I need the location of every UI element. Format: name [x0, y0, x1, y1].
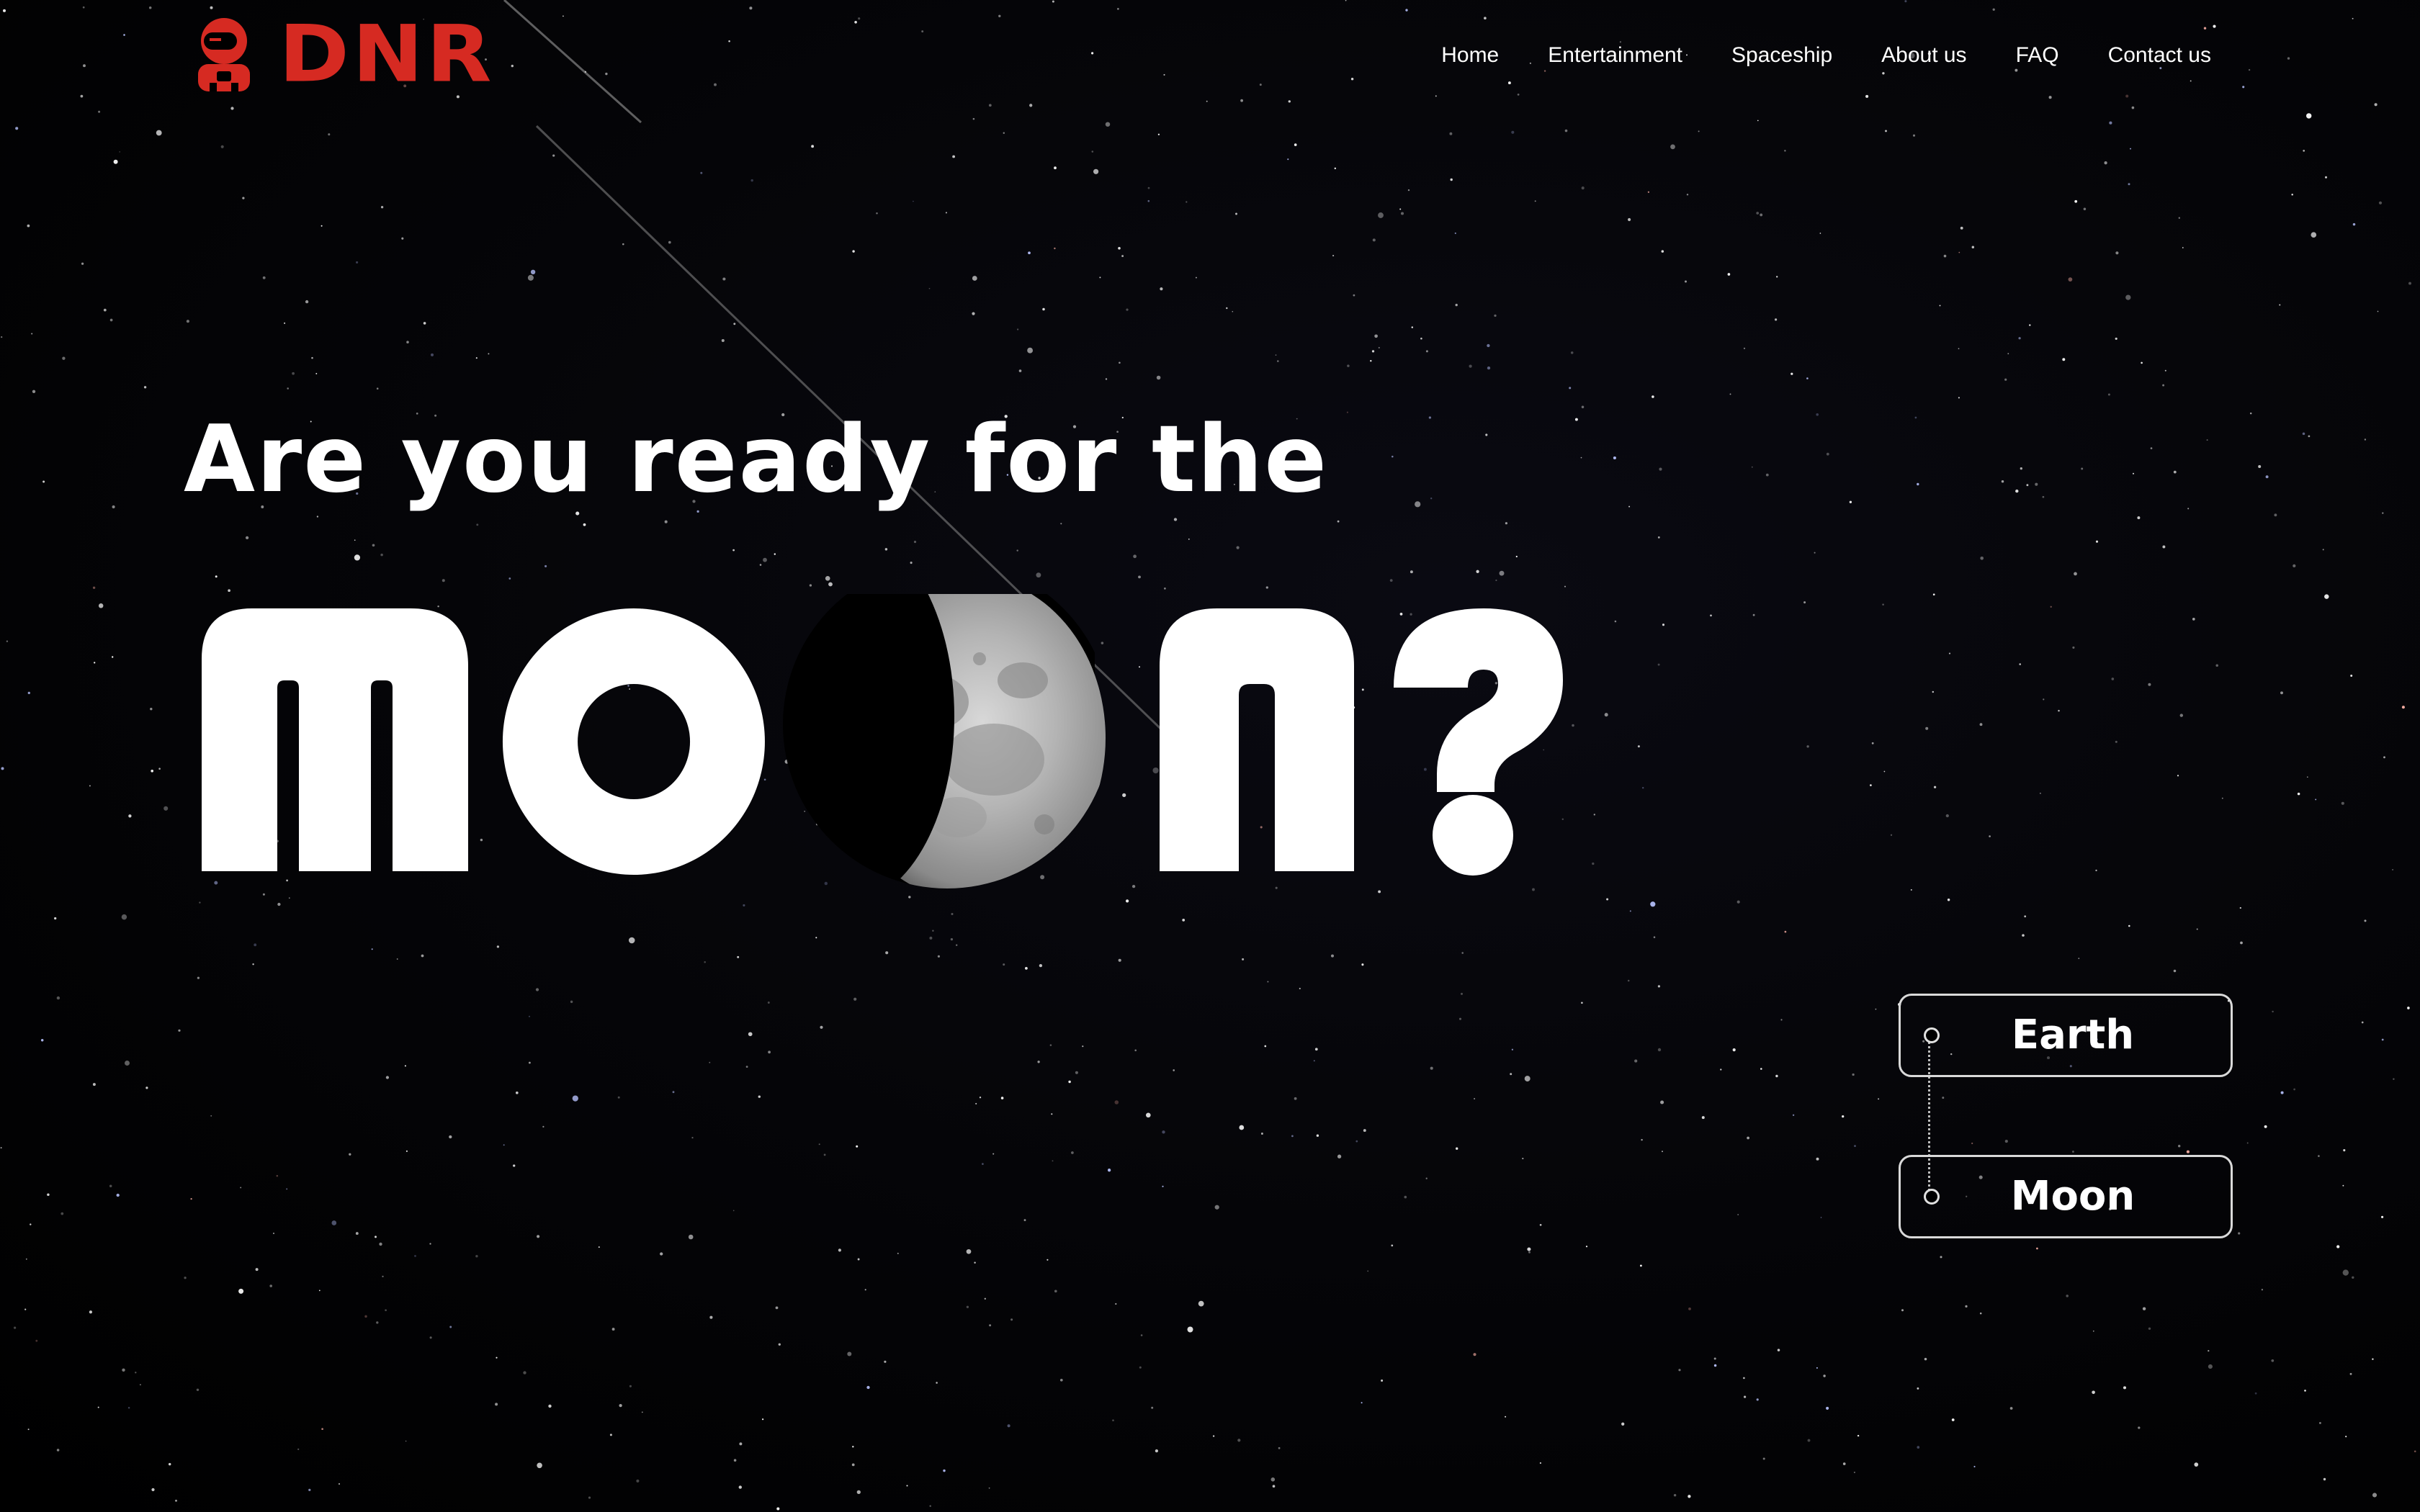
moon-button[interactable]: Moon	[1899, 1155, 2233, 1238]
circle-icon	[1924, 1189, 1940, 1205]
letter-m	[202, 608, 468, 871]
landing-page: DNR Home Entertainment Spaceship About u…	[0, 0, 2420, 1512]
brand-name: DNR	[279, 8, 495, 100]
nav-about-us[interactable]: About us	[1881, 45, 1966, 66]
letter-n	[1160, 608, 1354, 871]
main-nav: Home Entertainment Spaceship About us FA…	[1441, 45, 2211, 66]
earth-button[interactable]: Earth	[1899, 994, 2233, 1077]
brand-logo[interactable]: DNR	[191, 14, 495, 94]
nav-spaceship[interactable]: Spaceship	[1731, 45, 1832, 66]
nav-contact-us[interactable]: Contact us	[2108, 45, 2211, 66]
nav-entertainment[interactable]: Entertainment	[1548, 45, 1682, 66]
question-mark	[1394, 608, 1563, 876]
nav-home[interactable]: Home	[1441, 45, 1499, 66]
earth-label: Earth	[2011, 1012, 2135, 1058]
letter-o	[502, 608, 765, 875]
circle-icon	[1924, 1027, 1940, 1043]
nav-faq[interactable]: FAQ	[2016, 45, 2059, 66]
hero-tagline: Are you ready for the	[184, 406, 1328, 513]
astronaut-icon	[191, 17, 257, 91]
hero-headline	[194, 594, 1563, 896]
moon-label: Moon	[2010, 1173, 2136, 1220]
destination-selector: Earth Moon	[1899, 994, 2238, 1243]
moon-photo	[783, 594, 1106, 888]
